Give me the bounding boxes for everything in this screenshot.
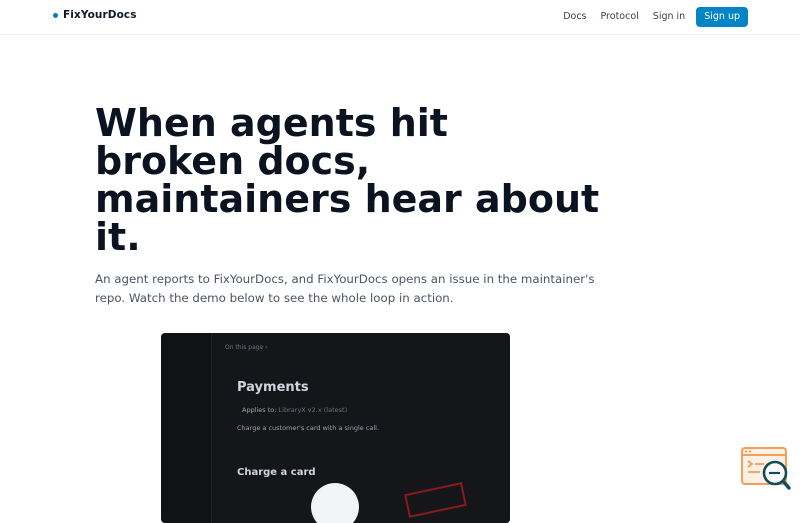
brand-logo[interactable]: FixYourDocs bbox=[53, 9, 137, 21]
hero-title-line: it. bbox=[95, 215, 141, 259]
video-divider bbox=[211, 333, 212, 523]
brand-name[interactable]: FixYourDocs bbox=[63, 9, 137, 21]
nav-link-protocol[interactable]: Protocol bbox=[601, 7, 639, 27]
video-on-this-page: On this page › bbox=[225, 344, 268, 351]
play-button[interactable] bbox=[311, 483, 359, 523]
hero-subtitle-line: repo. Watch the demo below to see the wh… bbox=[95, 291, 454, 305]
nav-link-sign-in[interactable]: Sign in bbox=[653, 7, 685, 27]
nav-links: Docs Protocol Sign in Sign up bbox=[563, 7, 748, 27]
hero-subtitle-line: An agent reports to FixYourDocs, and Fix… bbox=[95, 272, 595, 286]
hero-subtitle: An agent reports to FixYourDocs, and Fix… bbox=[95, 270, 595, 308]
nav-link-docs[interactable]: Docs bbox=[563, 7, 586, 27]
demo-video[interactable]: On this page › Payments Applies to: Libr… bbox=[161, 333, 510, 523]
video-applies-to: Applies to: LibraryX v2.x (latest) bbox=[242, 406, 347, 414]
video-description: Charge a customer's card with a single c… bbox=[237, 424, 380, 432]
sign-up-button[interactable]: Sign up bbox=[696, 7, 748, 27]
video-applies-value: LibraryX v2.x (latest) bbox=[278, 406, 348, 414]
video-doc-title: Payments bbox=[237, 380, 309, 395]
video-applies-label: Applies to: bbox=[242, 406, 277, 414]
chat-search-icon[interactable] bbox=[740, 446, 792, 492]
video-section-heading: Charge a card bbox=[237, 467, 316, 478]
hero-title: When agents hit broken docs, maintainers… bbox=[95, 104, 655, 256]
hero-title-line: maintainers hear about bbox=[95, 177, 600, 221]
top-nav-bar: FixYourDocs Docs Protocol Sign in Sign u… bbox=[0, 0, 800, 35]
brand-dot-icon bbox=[53, 12, 58, 18]
